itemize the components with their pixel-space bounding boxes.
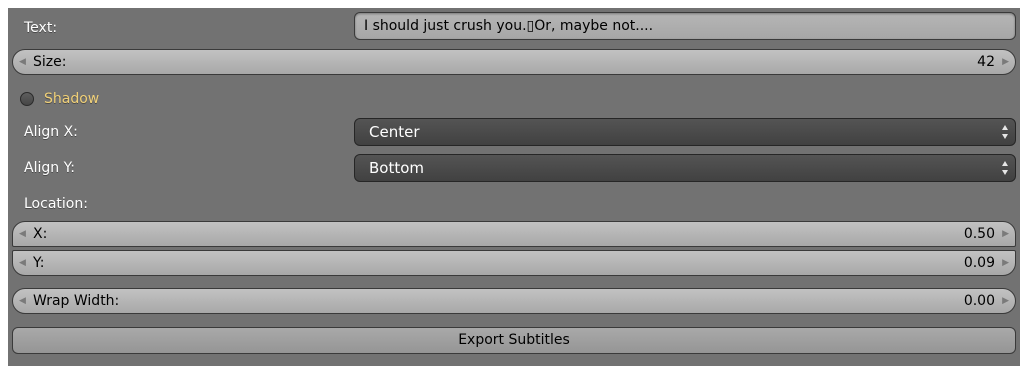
wrap-width-field[interactable]: ◀ Wrap Width: 0.00 ▶ <box>12 288 1016 314</box>
shadow-checkbox[interactable] <box>20 92 34 106</box>
text-strip-properties-panel: Text: I should just crush you.▯Or, maybe… <box>8 8 1020 366</box>
align-x-value: Center <box>369 123 420 141</box>
location-y-label: Y: <box>33 255 45 271</box>
wrap-width-value: 0.00 <box>963 293 995 309</box>
decrement-arrow-icon[interactable]: ◀ <box>19 222 26 246</box>
align-y-value: Bottom <box>369 159 425 177</box>
up-down-arrows-icon <box>1002 125 1008 139</box>
increment-arrow-icon[interactable]: ▶ <box>1002 251 1009 275</box>
location-y-field[interactable]: ◀ Y: 0.09 ▶ <box>12 250 1016 276</box>
location-x-field[interactable]: ◀ X: 0.50 ▶ <box>12 221 1016 247</box>
text-input[interactable]: I should just crush you.▯Or, maybe not..… <box>354 12 1016 40</box>
size-label: Size: <box>33 54 67 70</box>
export-subtitles-button[interactable]: Export Subtitles <box>12 327 1016 354</box>
location-x-value: 0.50 <box>963 226 995 242</box>
align-x-dropdown[interactable]: Center <box>354 118 1016 146</box>
decrement-arrow-icon[interactable]: ◀ <box>19 289 26 313</box>
increment-arrow-icon[interactable]: ▶ <box>1002 289 1009 313</box>
align-x-label: Align X: <box>24 124 78 140</box>
up-down-arrows-icon <box>1002 161 1008 175</box>
decrement-arrow-icon[interactable]: ◀ <box>19 251 26 275</box>
location-x-label: X: <box>33 226 48 242</box>
align-y-dropdown[interactable]: Bottom <box>354 154 1016 182</box>
wrap-width-label: Wrap Width: <box>33 293 120 309</box>
location-label: Location: <box>24 196 88 212</box>
increment-arrow-icon[interactable]: ▶ <box>1002 222 1009 246</box>
increment-arrow-icon[interactable]: ▶ <box>1002 50 1009 74</box>
shadow-label[interactable]: Shadow <box>44 89 99 109</box>
size-field[interactable]: ◀ Size: 42 ▶ <box>12 49 1016 75</box>
text-label: Text: <box>24 20 58 36</box>
decrement-arrow-icon[interactable]: ◀ <box>19 50 26 74</box>
location-y-value: 0.09 <box>963 255 995 271</box>
align-y-label: Align Y: <box>24 160 75 176</box>
size-value: 42 <box>977 54 995 70</box>
